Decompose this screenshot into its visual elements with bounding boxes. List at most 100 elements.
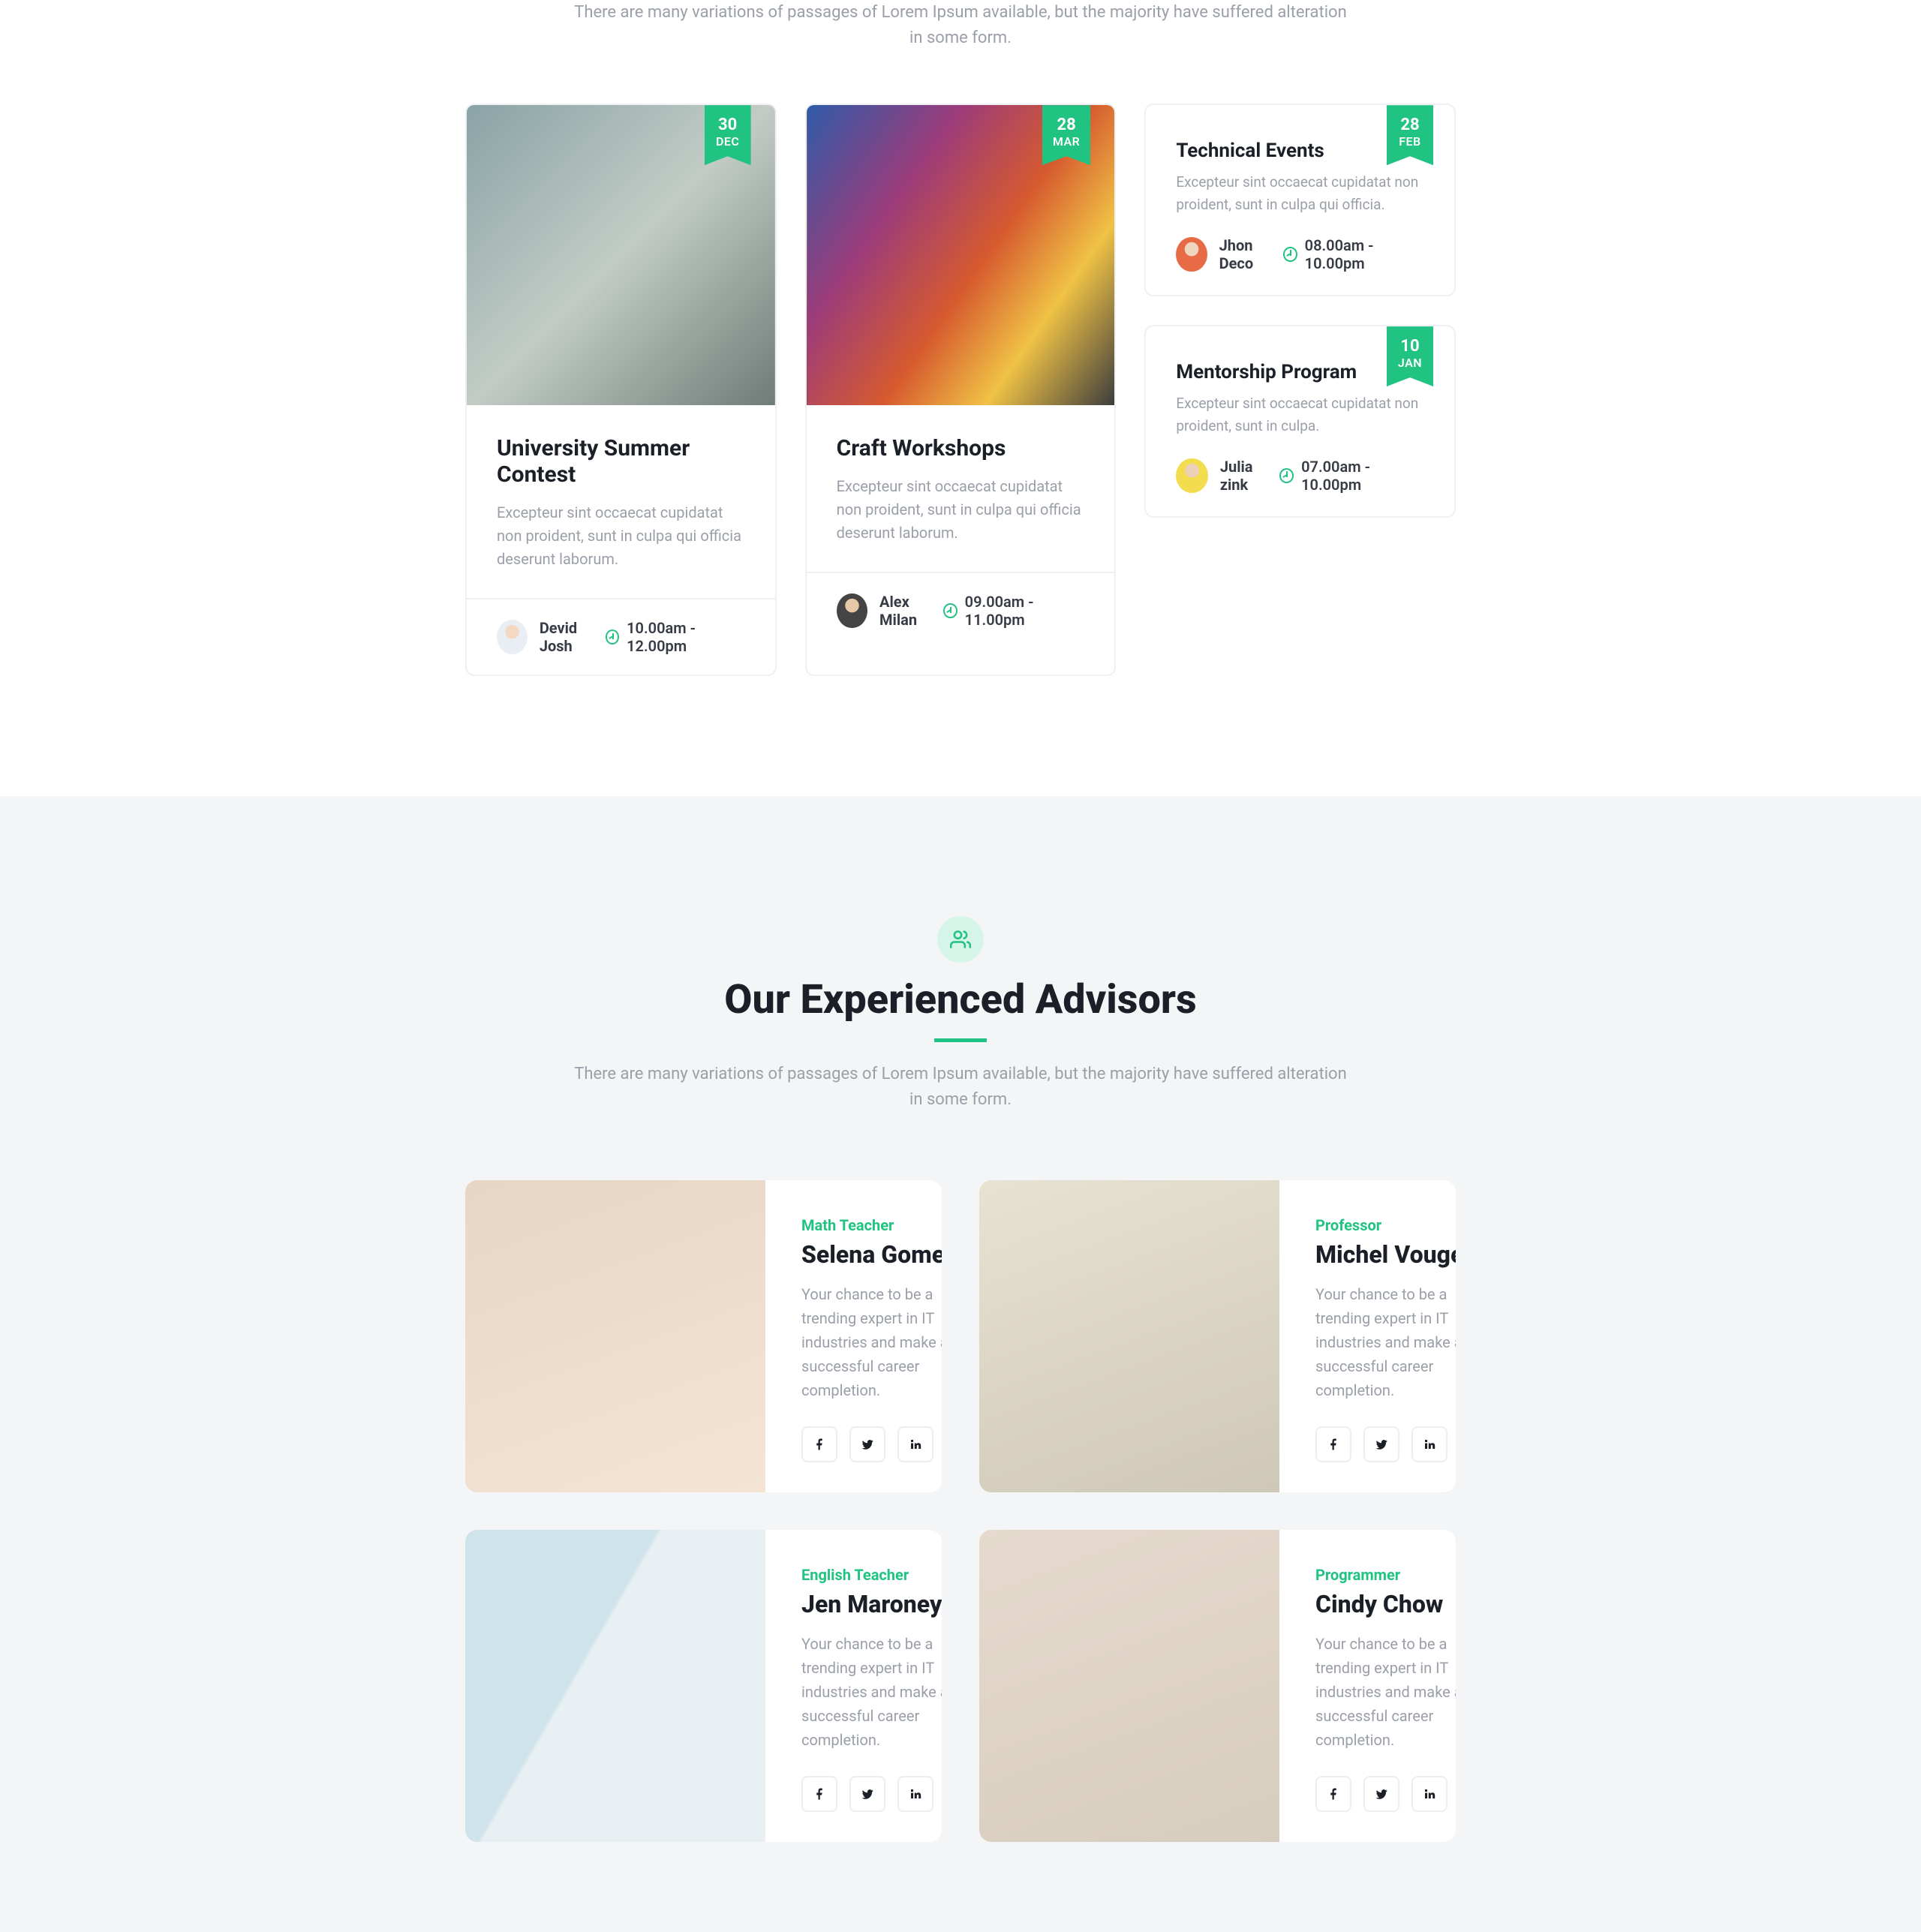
users-icon bbox=[950, 929, 971, 950]
date-month: MAR bbox=[1053, 134, 1080, 149]
advisor-card[interactable]: English Teacher Jen Maroney Your chance … bbox=[465, 1530, 942, 1842]
linkedin-icon bbox=[909, 1438, 922, 1451]
date-ribbon: 10 JAN bbox=[1387, 326, 1433, 386]
event-time: 08.00am - 10.00pm bbox=[1283, 236, 1424, 272]
date-ribbon: 28 MAR bbox=[1042, 105, 1090, 165]
advisor-image bbox=[465, 1530, 765, 1842]
event-time: 09.00am - 11.00pm bbox=[943, 593, 1084, 629]
advisor-name: Cindy Chow bbox=[1315, 1590, 1456, 1618]
social-links: Be bbox=[801, 1776, 942, 1812]
event-author[interactable]: Julia zink bbox=[1176, 458, 1279, 494]
advisor-desc: Your chance to be a trending expert in I… bbox=[801, 1632, 942, 1752]
facebook-button[interactable] bbox=[801, 1426, 837, 1462]
event-desc: Excepteur sint occaecat cupidatat non pr… bbox=[837, 475, 1085, 545]
section-title: Our Experienced Advisors bbox=[465, 976, 1456, 1023]
advisor-role: Professor bbox=[1315, 1216, 1456, 1234]
advisor-desc: Your chance to be a trending expert in I… bbox=[1315, 1632, 1456, 1752]
avatar bbox=[1176, 458, 1208, 493]
event-time: 07.00am - 10.00pm bbox=[1279, 458, 1424, 494]
facebook-icon bbox=[813, 1438, 826, 1451]
social-links: Be bbox=[1315, 1776, 1456, 1812]
advisor-grid: Math Teacher Selena Gomez Your chance to… bbox=[465, 1180, 1456, 1842]
avatar bbox=[497, 620, 528, 654]
clock-icon bbox=[1283, 247, 1297, 262]
twitter-button[interactable] bbox=[849, 1426, 885, 1462]
time-text: 07.00am - 10.00pm bbox=[1301, 458, 1424, 494]
twitter-icon bbox=[1375, 1438, 1388, 1451]
event-author[interactable]: Alex Milan bbox=[837, 593, 944, 629]
event-card[interactable]: 28 MAR Craft Workshops Excepteur sint oc… bbox=[805, 104, 1117, 676]
social-links: Be bbox=[1315, 1426, 1456, 1462]
events-grid: 30 DEC University Summer Contest Excepte… bbox=[465, 104, 1456, 676]
event-image: 30 DEC bbox=[467, 105, 775, 405]
social-links: Be bbox=[801, 1426, 942, 1462]
section-divider bbox=[934, 1038, 987, 1042]
clock-icon bbox=[1279, 468, 1294, 483]
linkedin-button[interactable] bbox=[1411, 1426, 1448, 1462]
date-day: 28 bbox=[1397, 116, 1423, 134]
linkedin-button[interactable] bbox=[1411, 1776, 1448, 1812]
section-icon bbox=[937, 916, 984, 963]
event-author[interactable]: Devid Josh bbox=[497, 619, 606, 655]
events-intro: There are many variations of passages of… bbox=[570, 0, 1351, 51]
date-day: 30 bbox=[715, 116, 741, 134]
time-text: 08.00am - 10.00pm bbox=[1305, 236, 1424, 272]
event-card-compact[interactable]: 28 FEB Technical Events Excepteur sint o… bbox=[1144, 104, 1456, 296]
advisor-image bbox=[465, 1180, 765, 1492]
events-section: There are many variations of passages of… bbox=[0, 0, 1921, 796]
event-image: 28 MAR bbox=[807, 105, 1115, 405]
linkedin-button[interactable] bbox=[897, 1426, 933, 1462]
advisor-role: English Teacher bbox=[801, 1566, 942, 1584]
time-text: 10.00am - 12.00pm bbox=[627, 619, 745, 655]
time-text: 09.00am - 11.00pm bbox=[965, 593, 1085, 629]
twitter-icon bbox=[861, 1438, 874, 1451]
date-ribbon: 30 DEC bbox=[705, 105, 751, 165]
events-compact-column: 28 FEB Technical Events Excepteur sint o… bbox=[1144, 104, 1456, 676]
avatar bbox=[1176, 237, 1207, 272]
date-month: FEB bbox=[1399, 134, 1420, 149]
event-title: University Summer Contest bbox=[497, 435, 745, 488]
advisor-desc: Your chance to be a trending expert in I… bbox=[1315, 1282, 1456, 1402]
facebook-icon bbox=[813, 1787, 826, 1801]
advisor-image bbox=[979, 1530, 1279, 1842]
clock-icon bbox=[943, 603, 957, 618]
date-day: 10 bbox=[1397, 337, 1423, 356]
event-card[interactable]: 30 DEC University Summer Contest Excepte… bbox=[465, 104, 777, 676]
author-name: Alex Milan bbox=[879, 593, 943, 629]
twitter-icon bbox=[861, 1787, 874, 1801]
date-month: JAN bbox=[1398, 356, 1422, 370]
facebook-icon bbox=[1327, 1787, 1340, 1801]
advisors-section: Our Experienced Advisors There are many … bbox=[0, 796, 1921, 1932]
twitter-icon bbox=[1375, 1787, 1388, 1801]
linkedin-icon bbox=[909, 1787, 922, 1801]
facebook-button[interactable] bbox=[1315, 1776, 1351, 1812]
advisor-desc: Your chance to be a trending expert in I… bbox=[801, 1282, 942, 1402]
twitter-button[interactable] bbox=[1363, 1776, 1399, 1812]
event-desc: Excepteur sint occaecat cupidatat non pr… bbox=[497, 501, 745, 571]
section-intro: There are many variations of passages of… bbox=[570, 1062, 1351, 1113]
advisor-card[interactable]: Math Teacher Selena Gomez Your chance to… bbox=[465, 1180, 942, 1492]
advisor-role: Programmer bbox=[1315, 1566, 1456, 1584]
advisor-name: Jen Maroney bbox=[801, 1590, 942, 1618]
advisor-image bbox=[979, 1180, 1279, 1492]
facebook-icon bbox=[1327, 1438, 1340, 1451]
avatar bbox=[837, 593, 867, 628]
event-desc: Excepteur sint occaecat cupidatat non pr… bbox=[1176, 171, 1424, 215]
twitter-button[interactable] bbox=[1363, 1426, 1399, 1462]
date-day: 28 bbox=[1053, 116, 1080, 134]
event-desc: Excepteur sint occaecat cupidatat non pr… bbox=[1176, 392, 1424, 437]
advisor-card[interactable]: Programmer Cindy Chow Your chance to be … bbox=[979, 1530, 1456, 1842]
twitter-button[interactable] bbox=[849, 1776, 885, 1812]
event-time: 10.00am - 12.00pm bbox=[606, 619, 745, 655]
event-author[interactable]: Jhon Deco bbox=[1176, 236, 1283, 272]
advisor-role: Math Teacher bbox=[801, 1216, 942, 1234]
clock-icon bbox=[606, 629, 619, 645]
event-title: Craft Workshops bbox=[837, 435, 1085, 461]
advisor-card[interactable]: Professor Michel Vouge Your chance to be… bbox=[979, 1180, 1456, 1492]
author-name: Jhon Deco bbox=[1219, 236, 1284, 272]
linkedin-button[interactable] bbox=[897, 1776, 933, 1812]
facebook-button[interactable] bbox=[1315, 1426, 1351, 1462]
facebook-button[interactable] bbox=[801, 1776, 837, 1812]
author-name: Devid Josh bbox=[540, 619, 606, 655]
event-card-compact[interactable]: 10 JAN Mentorship Program Excepteur sint… bbox=[1144, 325, 1456, 518]
